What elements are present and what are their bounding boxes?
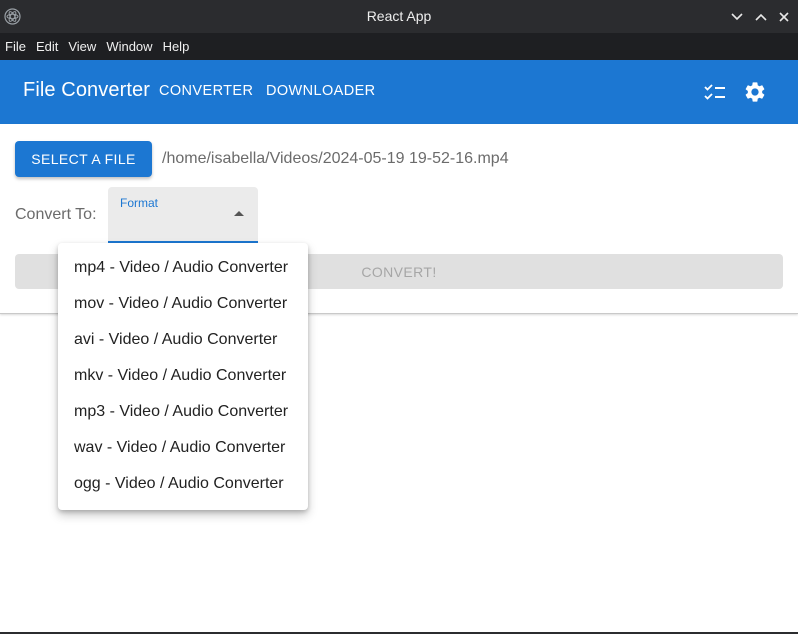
close-icon[interactable] bbox=[775, 8, 793, 26]
window-title: React App bbox=[366, 8, 432, 24]
format-dropdown-menu: mp4 - Video / Audio Converter mov - Vide… bbox=[58, 243, 308, 510]
chevron-up-icon[interactable] bbox=[752, 8, 770, 26]
format-option-ogg[interactable]: ogg - Video / Audio Converter bbox=[58, 466, 308, 502]
tab-downloader[interactable]: DOWNLOADER bbox=[266, 83, 376, 99]
tab-converter[interactable]: CONVERTER bbox=[159, 83, 253, 99]
menubar: File Edit View Window Help bbox=[0, 33, 798, 60]
format-option-wav[interactable]: wav - Video / Audio Converter bbox=[58, 430, 308, 466]
menu-file[interactable]: File bbox=[0, 39, 31, 54]
app-header: File Converter CONVERTER DOWNLOADER bbox=[0, 60, 798, 124]
menu-help[interactable]: Help bbox=[158, 39, 195, 54]
chevron-down-icon[interactable] bbox=[728, 8, 746, 26]
format-label: Format bbox=[120, 196, 159, 210]
convert-to-label: Convert To: bbox=[15, 206, 97, 223]
format-option-mp4[interactable]: mp4 - Video / Audio Converter bbox=[58, 250, 308, 286]
format-option-avi[interactable]: avi - Video / Audio Converter bbox=[58, 322, 308, 358]
format-select[interactable]: Format bbox=[108, 187, 258, 243]
selected-file-path: /home/isabella/Videos/2024-05-19 19-52-1… bbox=[162, 150, 509, 167]
dropdown-arrow-icon bbox=[234, 211, 244, 216]
format-option-mkv[interactable]: mkv - Video / Audio Converter bbox=[58, 358, 308, 394]
format-option-mov[interactable]: mov - Video / Audio Converter bbox=[58, 286, 308, 322]
window-titlebar: React App bbox=[0, 0, 798, 33]
gear-icon[interactable] bbox=[743, 80, 767, 104]
checklist-icon[interactable] bbox=[703, 80, 727, 104]
brand-title: File Converter bbox=[23, 79, 150, 101]
menu-edit[interactable]: Edit bbox=[31, 39, 63, 54]
select-file-button[interactable]: SELECT A FILE bbox=[15, 141, 152, 177]
menu-window[interactable]: Window bbox=[101, 39, 157, 54]
format-option-mp3[interactable]: mp3 - Video / Audio Converter bbox=[58, 394, 308, 430]
menu-view[interactable]: View bbox=[63, 39, 101, 54]
